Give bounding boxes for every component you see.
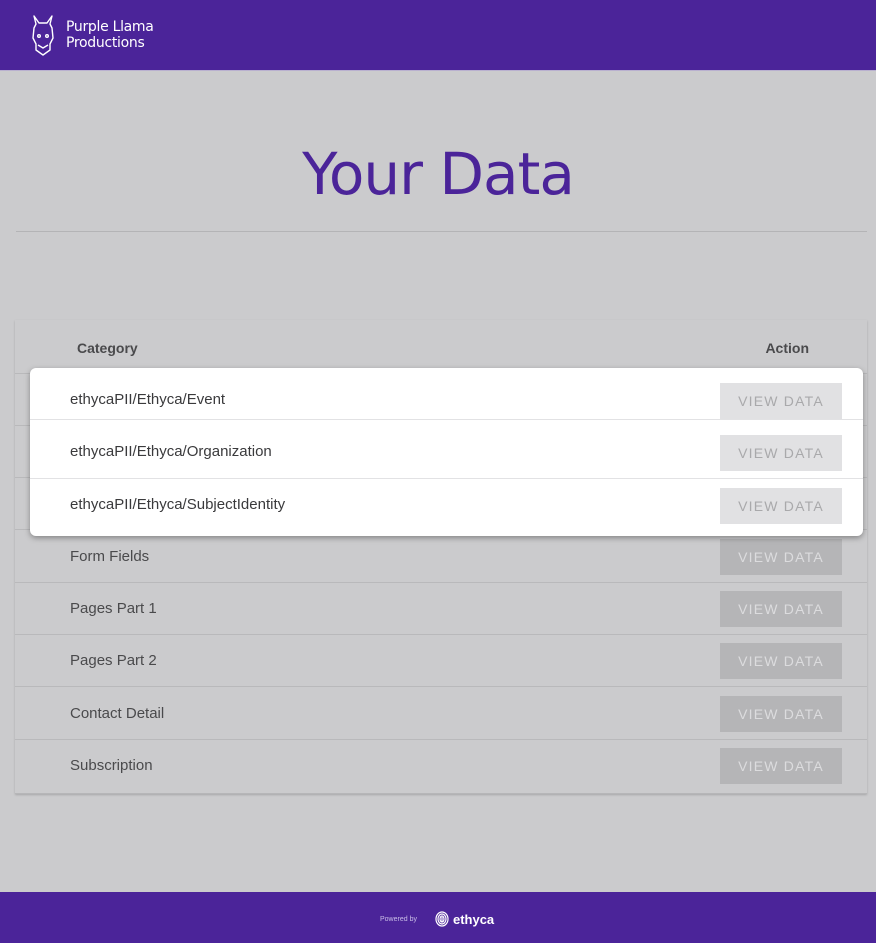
brand-line-2: Productions [66,35,145,51]
footer-bar: Powered by ethyca [0,892,876,943]
category-cell: Contact Detail [70,705,165,722]
view-data-button[interactable]: VIEW DATA [720,488,842,524]
column-header-action: Action [765,340,809,356]
category-cell: ethycaPII/Ethyca/SubjectIdentity [70,496,286,513]
top-bar: Purple Llama Productions [0,0,876,71]
highlighted-row: ethycaPII/Ethyca/Event VIEW DATA [30,368,863,420]
powered-by: Powered by ethyca [380,911,494,927]
category-cell: Subscription [70,757,153,774]
brand-logo[interactable]: Purple Llama Productions [30,14,154,56]
ethyca-logo[interactable]: ethyca [435,911,494,927]
title-divider [16,231,867,232]
view-data-button[interactable]: VIEW DATA [720,383,842,419]
table-row: Contact Detail VIEW DATA [15,688,867,740]
table-row: Subscription VIEW DATA [15,740,867,792]
category-cell: ethycaPII/Ethyca/Organization [70,443,272,460]
table-header: Category Action [15,320,867,374]
table-row: Form Fields VIEW DATA [15,531,867,583]
highlighted-row: ethycaPII/Ethyca/Organization VIEW DATA [30,427,863,479]
highlighted-row: ethycaPII/Ethyca/SubjectIdentity VIEW DA… [30,479,863,536]
powered-by-label: Powered by [380,915,417,923]
ethyca-wordmark: ethyca [452,911,495,927]
highlighted-rows-panel: ethycaPII/Ethyca/Event VIEW DATA ethycaP… [30,368,863,536]
category-cell: ethycaPII/Ethyca/Event [70,391,226,408]
fingerprint-icon [435,911,449,927]
view-data-button[interactable]: VIEW DATA [720,748,842,784]
column-header-category: Category [77,340,138,356]
page-title: Your Data [302,140,575,208]
category-cell: Form Fields [70,548,150,565]
category-cell: Pages Part 2 [70,652,157,669]
table-row: Pages Part 2 VIEW DATA [15,635,867,687]
brand-line-1: Purple Llama [66,19,154,35]
brand-name: Purple Llama Productions [66,19,154,51]
view-data-button[interactable]: VIEW DATA [720,643,842,679]
table-row: Pages Part 1 VIEW DATA [15,583,867,635]
view-data-button[interactable]: VIEW DATA [720,696,842,732]
category-cell: Pages Part 1 [70,600,157,617]
view-data-button[interactable]: VIEW DATA [720,435,842,471]
llama-icon [32,15,54,56]
view-data-button[interactable]: VIEW DATA [720,539,842,575]
view-data-button[interactable]: VIEW DATA [720,591,842,627]
